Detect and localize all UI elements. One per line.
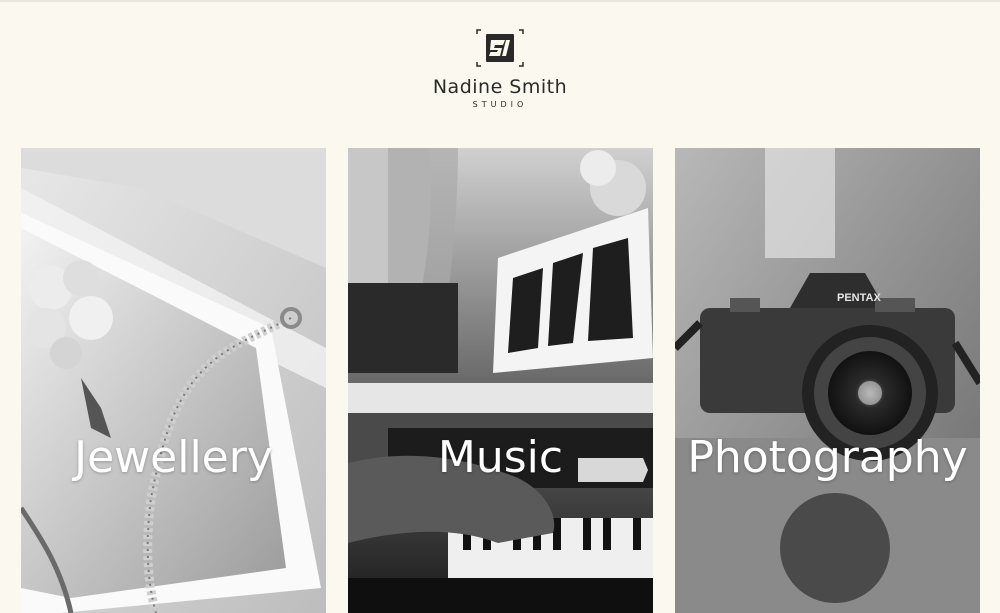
studio-logo-link[interactable]: Nadine Smith STUDIO: [420, 28, 580, 118]
site-header: Nadine Smith STUDIO: [0, 2, 1000, 132]
card-label-photography: Photography: [687, 432, 968, 483]
card-label-jewellery: Jewellery: [74, 432, 273, 483]
photography-photo: PENTAX: [675, 148, 980, 613]
card-label-music: Music: [437, 432, 564, 483]
category-card-photography[interactable]: PENTAX Photography: [675, 148, 980, 613]
logo-subtitle: STUDIO: [472, 100, 528, 109]
logo-name: Nadine Smith: [432, 76, 568, 98]
category-cards: Jewellery Music PENTAX Photography: [0, 132, 1000, 613]
music-photo: [348, 148, 653, 613]
jewellery-photo: [21, 148, 326, 613]
category-card-music[interactable]: Music: [348, 148, 653, 613]
category-card-jewellery[interactable]: Jewellery: [21, 148, 326, 613]
logo-monogram-icon: [476, 29, 524, 67]
camera-brand-text: PENTAX: [837, 292, 881, 304]
